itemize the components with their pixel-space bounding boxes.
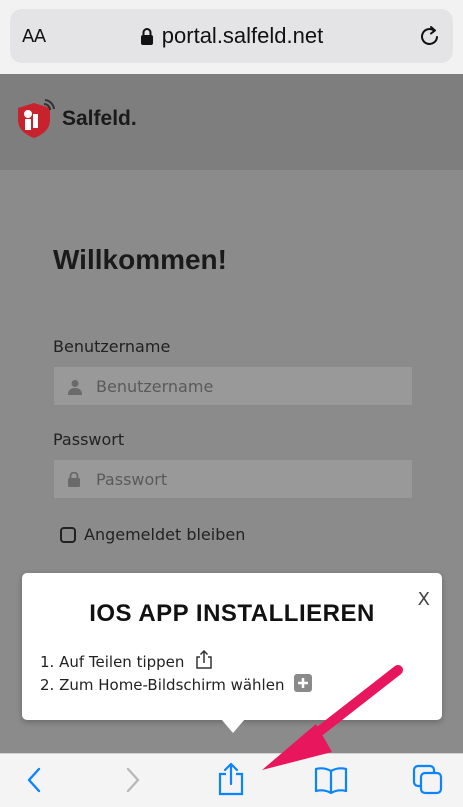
shield-logo-icon — [18, 99, 55, 138]
forward-icon[interactable] — [124, 766, 142, 798]
plus-box-icon — [294, 674, 313, 696]
password-placeholder: Passwort — [96, 470, 168, 489]
back-icon[interactable] — [25, 766, 43, 798]
username-label: Benutzername — [53, 337, 171, 356]
popup-title: IOS APP INSTALLIEREN — [89, 600, 375, 627]
install-step: 2. Zum Home-Bildschirm wählen — [40, 674, 313, 696]
popup-close-button[interactable]: X — [418, 589, 430, 610]
install-step-text: 2. Zum Home-Bildschirm wählen — [40, 676, 285, 694]
address-bar[interactable]: AA portal.salfeld.net — [10, 9, 453, 63]
install-app-popup: IOS APP INSTALLIEREN X 1. Auf Teilen tip… — [22, 573, 442, 720]
page-title: Willkommen! — [53, 244, 227, 275]
remember-checkbox[interactable] — [60, 526, 76, 543]
remember-me: Angemeldet bleiben — [60, 525, 245, 544]
user-icon — [68, 379, 82, 399]
bookmarks-icon[interactable] — [314, 766, 348, 798]
remember-label: Angemeldet bleiben — [84, 525, 246, 544]
share-icon — [194, 649, 214, 674]
username-input[interactable]: Benutzername — [53, 366, 413, 406]
password-input[interactable]: Passwort — [53, 459, 413, 499]
browser-address-area: AA portal.salfeld.net — [0, 0, 463, 74]
share-icon[interactable] — [217, 762, 245, 800]
url-text: portal.salfeld.net — [161, 23, 324, 48]
site-header: Salfeld. — [0, 74, 463, 170]
salfeld-logo[interactable]: Salfeld. — [14, 98, 137, 140]
password-label: Passwort — [53, 430, 125, 449]
username-placeholder: Benutzername — [96, 377, 214, 396]
lock-icon — [140, 25, 154, 51]
logo-text: Salfeld. — [62, 107, 137, 130]
popup-pointer — [221, 719, 245, 733]
lock-icon — [68, 471, 80, 491]
install-step-text: 1. Auf Teilen tippen — [40, 653, 185, 671]
tabs-icon[interactable] — [412, 764, 444, 800]
reload-icon[interactable] — [419, 24, 441, 52]
browser-toolbar — [0, 753, 463, 807]
install-step: 1. Auf Teilen tippen — [40, 649, 214, 674]
